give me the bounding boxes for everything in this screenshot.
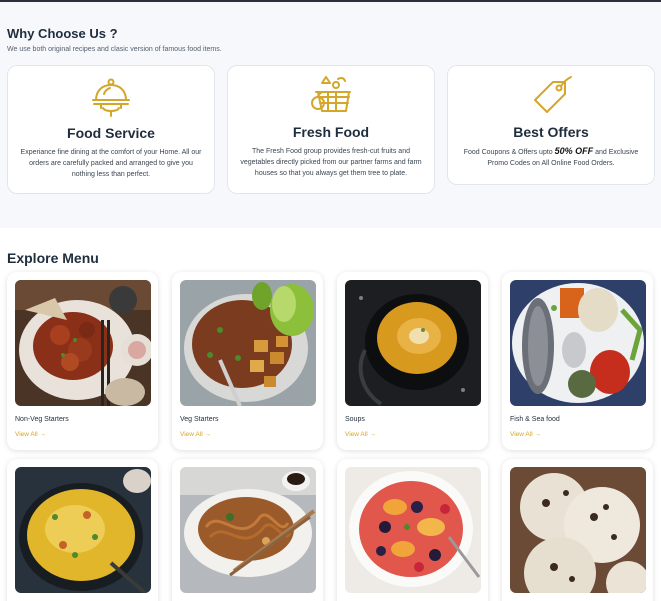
feature-description: Experiance fine dining at the comfort of… bbox=[20, 149, 202, 178]
food-photo-biryani bbox=[15, 467, 151, 593]
why-choose-us-section: Why Choose Us ? We use both original rec… bbox=[0, 2, 661, 228]
view-all-link[interactable]: View All → bbox=[15, 431, 46, 438]
view-all-link[interactable]: View All → bbox=[345, 431, 376, 438]
menu-card-veg-starters[interactable]: Veg Starters View All → bbox=[172, 272, 323, 450]
feature-card-fresh-food: Fresh Food The Fresh Food group provides… bbox=[227, 65, 435, 194]
feature-card-best-offers: Best Offers Food Coupons & Offers upto 5… bbox=[447, 65, 655, 185]
feature-title: Fresh Food bbox=[292, 124, 370, 140]
section-title: Why Choose Us ? bbox=[7, 26, 118, 41]
view-all-link[interactable]: View All → bbox=[180, 431, 211, 438]
feature-title: Food Service bbox=[67, 125, 155, 141]
menu-card-fish-sea-food[interactable]: Fish & Sea food View All → bbox=[502, 272, 653, 450]
category-name: Soups bbox=[345, 416, 365, 423]
category-name: Non-Veg Starters bbox=[15, 416, 69, 423]
explore-menu-title: Explore Menu bbox=[7, 250, 99, 266]
feature-title: Best Offers bbox=[513, 124, 589, 140]
basket-icon bbox=[228, 73, 434, 117]
feature-card-food-service: Food Service Experiance fine dining at t… bbox=[7, 65, 215, 194]
food-photo-soups bbox=[345, 280, 481, 406]
menu-card-non-veg-starters[interactable]: Non-Veg Starters View All → bbox=[7, 272, 158, 450]
category-name: Fish & Sea food bbox=[510, 416, 560, 423]
food-photo-veg-starters bbox=[180, 280, 316, 406]
menu-card-soups[interactable]: Soups View All → bbox=[337, 272, 488, 450]
food-photo-fish-sea-food bbox=[510, 280, 646, 406]
cloche-icon bbox=[8, 74, 214, 118]
category-name: Veg Starters bbox=[180, 416, 219, 423]
food-photo-noodles bbox=[180, 467, 316, 593]
menu-card-noodles[interactable] bbox=[172, 459, 323, 601]
menu-card-biryani[interactable] bbox=[7, 459, 158, 601]
offer-highlight: 50% OFF bbox=[554, 146, 594, 156]
menu-card-fruit-salad[interactable] bbox=[337, 459, 488, 601]
section-subtitle: We use both original recipes and clasic … bbox=[7, 46, 222, 53]
food-photo-ice-cream bbox=[510, 467, 646, 593]
food-photo-non-veg-starters bbox=[15, 280, 151, 406]
view-all-link[interactable]: View All → bbox=[510, 431, 541, 438]
food-photo-fruit-salad bbox=[345, 467, 481, 593]
feature-description: The Fresh Food group provides fresh-cut … bbox=[240, 148, 422, 177]
feature-description: Food Coupons & Offers upto 50% OFF and E… bbox=[463, 146, 639, 167]
menu-card-ice-cream[interactable] bbox=[502, 459, 653, 601]
tag-icon bbox=[448, 74, 654, 118]
